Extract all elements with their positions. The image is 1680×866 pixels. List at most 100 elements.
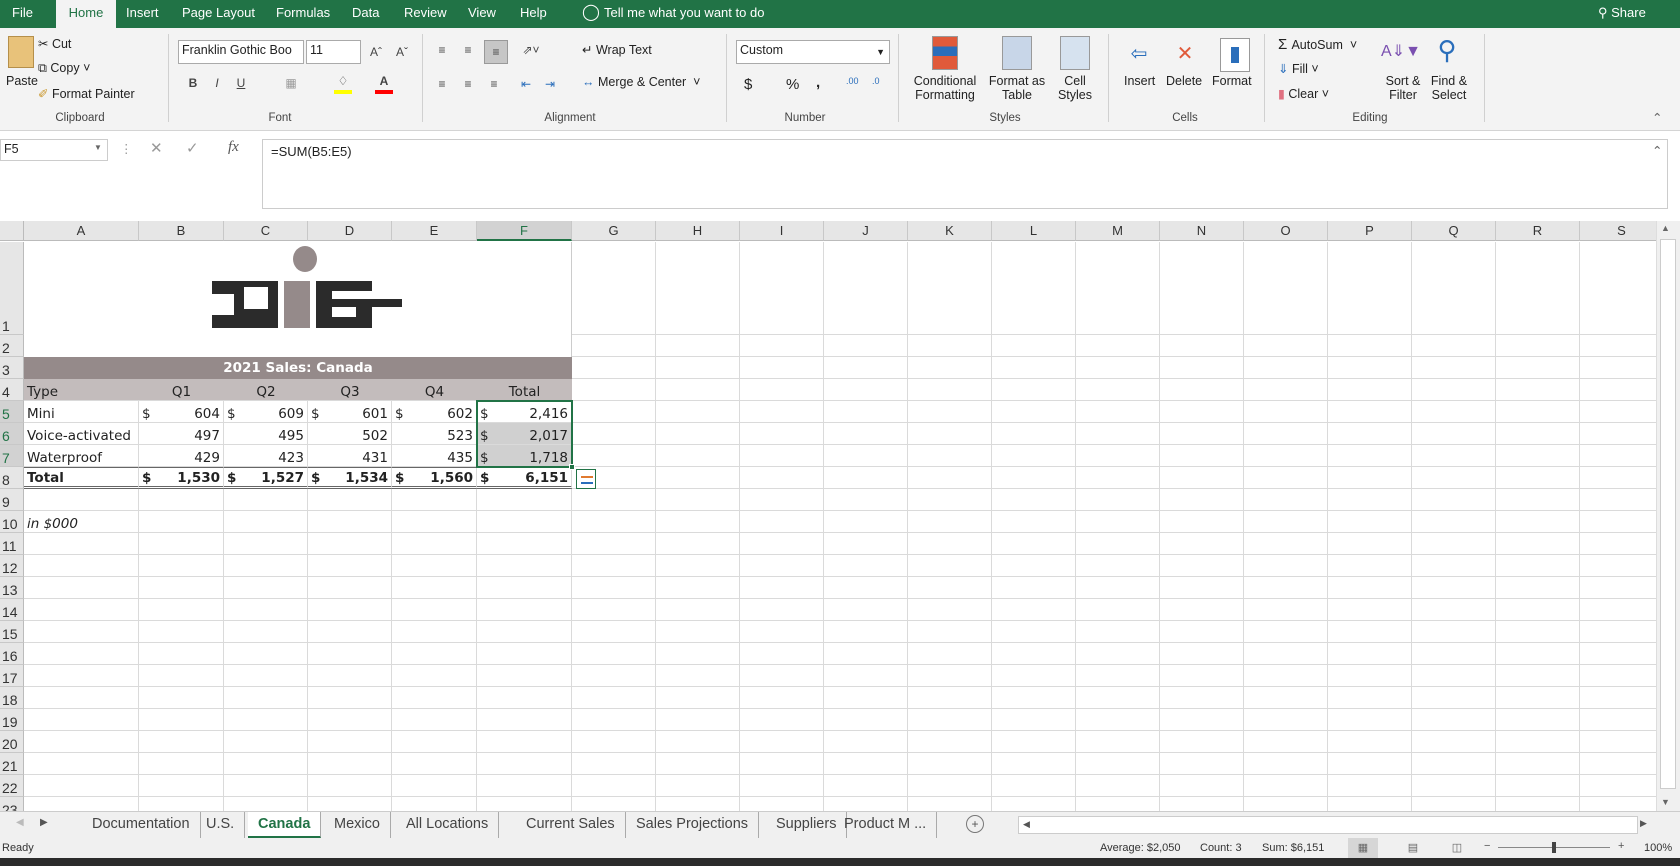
column-header-O[interactable]: O: [1244, 221, 1328, 241]
cell-S14[interactable]: [1580, 599, 1656, 621]
align-bottom-icon[interactable]: ≡: [484, 40, 508, 64]
cell-L11[interactable]: [992, 533, 1076, 555]
cell-C7[interactable]: 423: [224, 445, 308, 467]
cell-E18[interactable]: [392, 687, 477, 709]
cell-P23[interactable]: [1328, 797, 1412, 811]
delete-cells-icon[interactable]: ✕: [1170, 38, 1200, 68]
cell-D9[interactable]: [308, 489, 392, 511]
cell-B6[interactable]: 497: [139, 423, 224, 445]
cell-E5[interactable]: $602: [392, 401, 477, 423]
column-header-S[interactable]: S: [1580, 221, 1656, 241]
cell-S4[interactable]: [1580, 379, 1656, 401]
sheet-tab-documentation[interactable]: Documentation: [82, 812, 201, 838]
cell-L14[interactable]: [992, 599, 1076, 621]
cell-Q4[interactable]: [1412, 379, 1496, 401]
column-header-G[interactable]: G: [572, 221, 656, 241]
cell-B13[interactable]: [139, 577, 224, 599]
cell-R8[interactable]: [1496, 467, 1580, 489]
cell-O9[interactable]: [1244, 489, 1328, 511]
cell-G9[interactable]: [572, 489, 656, 511]
cell-K22[interactable]: [908, 775, 992, 797]
collapse-formula-bar-icon[interactable]: ⌃: [1652, 143, 1662, 158]
borders-icon[interactable]: ▦: [282, 72, 300, 94]
cell-P15[interactable]: [1328, 621, 1412, 643]
cell-N21[interactable]: [1160, 753, 1244, 775]
cell-M11[interactable]: [1076, 533, 1160, 555]
cell-F17[interactable]: [477, 665, 572, 687]
cell-K15[interactable]: [908, 621, 992, 643]
cell-N9[interactable]: [1160, 489, 1244, 511]
cell-R7[interactable]: [1496, 445, 1580, 467]
scroll-left-icon[interactable]: ◀: [1023, 819, 1030, 830]
cell-H3[interactable]: [656, 357, 740, 379]
cell-R2[interactable]: [1496, 335, 1580, 357]
cell-Q17[interactable]: [1412, 665, 1496, 687]
cell-D5[interactable]: $601: [308, 401, 392, 423]
format-cells-icon[interactable]: [1220, 38, 1250, 72]
cut-button[interactable]: ✂ Cut: [38, 36, 71, 51]
column-header-N[interactable]: N: [1160, 221, 1244, 241]
cell-Q22[interactable]: [1412, 775, 1496, 797]
autosum-button[interactable]: Σ AutoSum ˅: [1278, 36, 1357, 53]
tab-file[interactable]: File: [4, 0, 41, 28]
quick-analysis-icon[interactable]: [576, 469, 596, 489]
cell-F4[interactable]: Total: [477, 379, 572, 401]
cell-K2[interactable]: [908, 335, 992, 357]
conditional-formatting-button[interactable]: Conditional Formatting: [910, 74, 980, 102]
cell-S5[interactable]: [1580, 401, 1656, 423]
cell-S21[interactable]: [1580, 753, 1656, 775]
cell-D8[interactable]: $1,534: [308, 467, 392, 489]
cell-H17[interactable]: [656, 665, 740, 687]
column-header-R[interactable]: R: [1496, 221, 1580, 241]
cell-O12[interactable]: [1244, 555, 1328, 577]
percent-button[interactable]: %: [786, 76, 799, 93]
cell-F18[interactable]: [477, 687, 572, 709]
cell-R21[interactable]: [1496, 753, 1580, 775]
font-size-select[interactable]: 11: [306, 40, 361, 64]
cell-A13[interactable]: [24, 577, 139, 599]
cell-J13[interactable]: [824, 577, 908, 599]
cell-F9[interactable]: [477, 489, 572, 511]
cell-A10[interactable]: in $000: [24, 511, 139, 533]
row-header-16[interactable]: 16: [0, 643, 24, 665]
cell-S18[interactable]: [1580, 687, 1656, 709]
vertical-scroll-thumb[interactable]: [1660, 239, 1676, 789]
cell-P18[interactable]: [1328, 687, 1412, 709]
fill-handle[interactable]: [569, 464, 575, 470]
cell-P11[interactable]: [1328, 533, 1412, 555]
cell-C19[interactable]: [224, 709, 308, 731]
cell-P1[interactable]: [1328, 242, 1412, 335]
cell-S22[interactable]: [1580, 775, 1656, 797]
cell-D19[interactable]: [308, 709, 392, 731]
column-header-F[interactable]: F: [477, 221, 572, 241]
cell-P17[interactable]: [1328, 665, 1412, 687]
cell-R16[interactable]: [1496, 643, 1580, 665]
cell-K11[interactable]: [908, 533, 992, 555]
cell-E13[interactable]: [392, 577, 477, 599]
cell-L13[interactable]: [992, 577, 1076, 599]
cell-J11[interactable]: [824, 533, 908, 555]
cell-I17[interactable]: [740, 665, 824, 687]
cell-L4[interactable]: [992, 379, 1076, 401]
cell-C13[interactable]: [224, 577, 308, 599]
cell-H20[interactable]: [656, 731, 740, 753]
cell-J16[interactable]: [824, 643, 908, 665]
cell-A20[interactable]: [24, 731, 139, 753]
cell-O2[interactable]: [1244, 335, 1328, 357]
cell-I2[interactable]: [740, 335, 824, 357]
cell-A4[interactable]: Type: [24, 379, 139, 401]
cell-C17[interactable]: [224, 665, 308, 687]
cell-G15[interactable]: [572, 621, 656, 643]
cell-I11[interactable]: [740, 533, 824, 555]
cell-P19[interactable]: [1328, 709, 1412, 731]
cell-G12[interactable]: [572, 555, 656, 577]
cell-D17[interactable]: [308, 665, 392, 687]
cell-N8[interactable]: [1160, 467, 1244, 489]
cell-J15[interactable]: [824, 621, 908, 643]
cell-R1[interactable]: [1496, 242, 1580, 335]
cell-H13[interactable]: [656, 577, 740, 599]
new-sheet-button[interactable]: +: [966, 815, 984, 833]
cell-F16[interactable]: [477, 643, 572, 665]
row-header-13[interactable]: 13: [0, 577, 24, 599]
zoom-level[interactable]: 100%: [1644, 842, 1672, 854]
